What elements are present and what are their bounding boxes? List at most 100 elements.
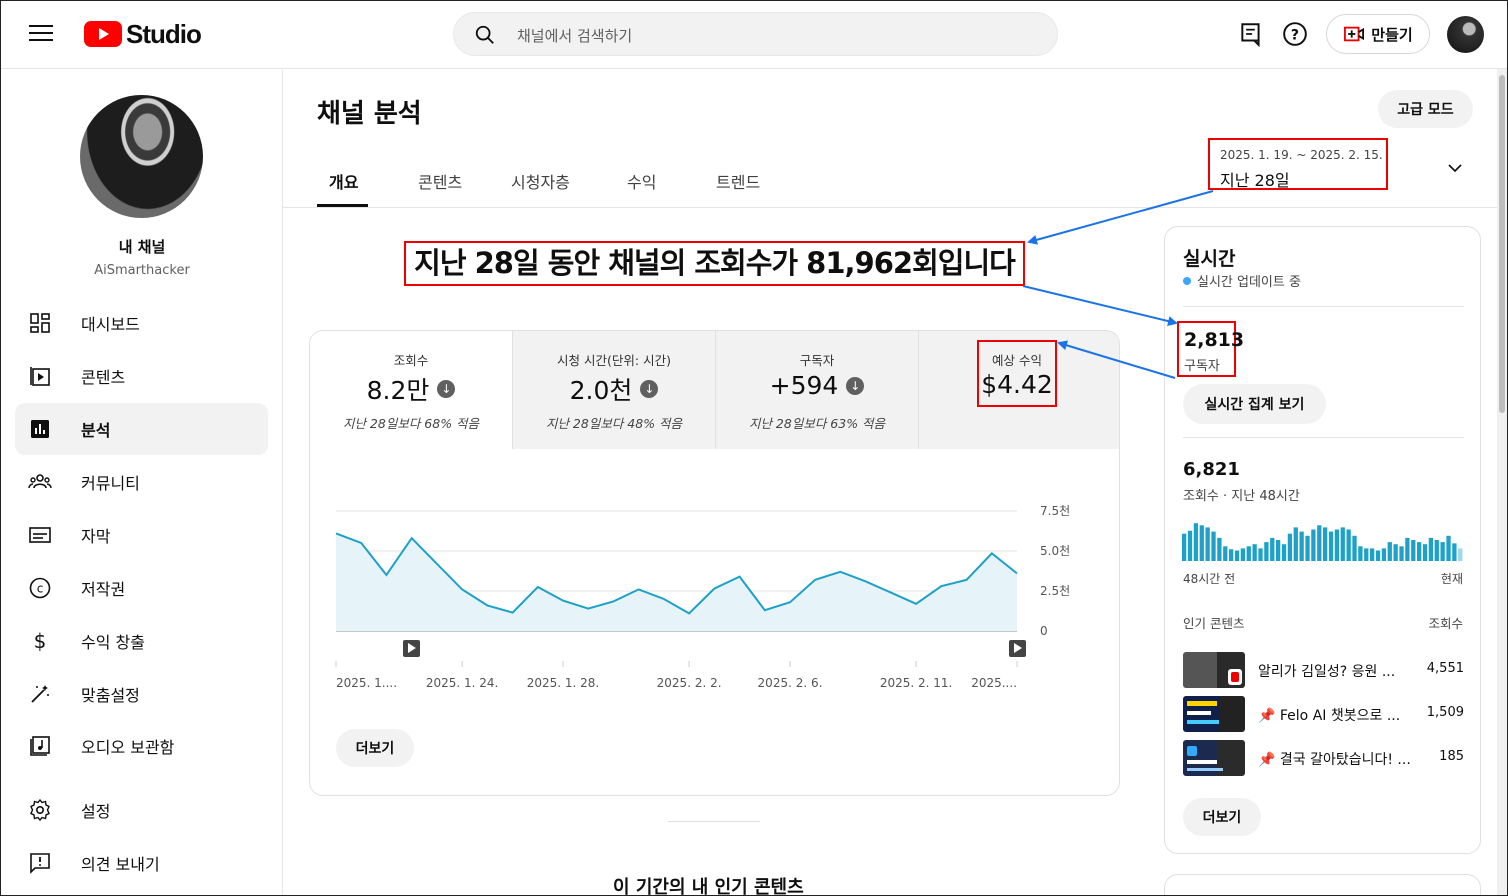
subtitles-icon xyxy=(29,527,51,543)
list-item[interactable]: 알리가 김일성? 응원 ... 4,551 xyxy=(1183,652,1464,688)
metric-subscribers[interactable]: 구독자 +594 ↓ 지난 28일보다 63% 적음 xyxy=(716,331,919,449)
tab-overview[interactable]: 개요 xyxy=(329,169,358,193)
hourly-bar xyxy=(1246,546,1251,561)
tab-audience[interactable]: 시청자층 xyxy=(511,169,570,193)
sidebar-item-label: 설정 xyxy=(81,802,111,821)
subscriber-count: 2,813 xyxy=(1184,329,1245,351)
x-tick-label: 2025. 2. 11. xyxy=(880,676,953,690)
list-item[interactable]: 📌 Felo AI 챗봇으로 ... 1,509 xyxy=(1183,696,1464,732)
metric-revenue-highlight[interactable]: 예상 수익 $4.42 xyxy=(977,340,1057,407)
hourly-bar xyxy=(1393,544,1398,561)
hourly-bar xyxy=(1375,550,1381,561)
hourly-bar xyxy=(1399,546,1404,561)
sidebar-item-monetization[interactable]: $ 수익 창출 xyxy=(15,615,268,667)
studio-window: Studio 채널에서 검색하기 ? 만들기 내 채널 AiSmarthacke… xyxy=(0,0,1508,896)
live-dot-icon xyxy=(1183,276,1191,285)
hourly-views-bars xyxy=(1182,523,1463,561)
metric-value: $4.42 xyxy=(981,370,1053,399)
sidebar-item-customization[interactable]: 맞춤설정 xyxy=(15,668,268,720)
hourly-bar xyxy=(1270,537,1275,561)
metric-title: 시청 시간(단위: 시간) xyxy=(557,353,671,368)
svg-text:c: c xyxy=(37,582,44,596)
create-button[interactable]: 만들기 xyxy=(1326,14,1430,54)
search-input[interactable]: 채널에서 검색하기 xyxy=(453,12,1058,56)
sidebar-item-copyright[interactable]: c 저작권 xyxy=(15,562,268,614)
arrow-down-icon: ↓ xyxy=(640,380,659,398)
hourly-bar xyxy=(1252,544,1257,561)
help-icon[interactable]: ? xyxy=(1282,21,1308,47)
sidebar-item-label: 대시보드 xyxy=(81,315,140,334)
tab-revenue[interactable]: 수익 xyxy=(627,169,656,193)
realtime-subscribers: 2,813 구독자 xyxy=(1177,321,1244,377)
realtime-report-button[interactable]: 실시간 집계 보기 xyxy=(1183,384,1326,424)
sidebar-item-settings[interactable]: 설정 xyxy=(15,784,268,836)
sidebar-item-analytics[interactable]: 분석 xyxy=(15,403,268,455)
dollar-icon: $ xyxy=(34,629,47,653)
sidebar-item-subtitles[interactable]: 자막 xyxy=(15,509,268,561)
hourly-bar xyxy=(1258,548,1263,561)
hourly-bar xyxy=(1458,548,1463,561)
realtime-more-button[interactable]: 더보기 xyxy=(1183,798,1261,836)
channel-avatar[interactable] xyxy=(80,95,203,218)
x-tick-label: 2025. 2. 2. xyxy=(657,676,722,690)
popular-views-header: 조회수 xyxy=(1428,616,1463,631)
divider xyxy=(1183,306,1464,307)
menu-icon[interactable] xyxy=(29,25,53,43)
y-tick-label: 0 xyxy=(1040,624,1048,638)
channel-handle: AiSmarthacker xyxy=(94,263,190,278)
hourly-bar xyxy=(1193,523,1199,561)
search-icon xyxy=(475,25,494,44)
studio-logo[interactable]: Studio xyxy=(84,18,202,50)
hourly-bar xyxy=(1328,531,1334,561)
arrow-headline-to-subscribers xyxy=(1022,285,1178,326)
arrow-down-icon: ↓ xyxy=(846,376,865,395)
search-placeholder: 채널에서 검색하기 xyxy=(517,27,633,45)
account-avatar[interactable] xyxy=(1447,16,1484,53)
sidebar-item-dashboard[interactable]: 대시보드 xyxy=(15,297,268,349)
realtime-title: 실시간 xyxy=(1183,248,1236,270)
list-item[interactable]: 📌 결국 갈아탔습니다! ... 185 xyxy=(1183,740,1464,776)
video-title: 📌 Felo AI 챗봇으로 ... xyxy=(1258,708,1401,724)
tab-content[interactable]: 콘텐츠 xyxy=(418,169,462,193)
hourly-bar xyxy=(1217,537,1222,561)
sidebar-item-content[interactable]: 콘텐츠 xyxy=(15,350,268,402)
scrollbar-thumb[interactable] xyxy=(1499,75,1505,413)
sidebar-item-community[interactable]: 커뮤니티 xyxy=(15,456,268,508)
x-tick-label: 2025.... xyxy=(971,676,1017,690)
logo-text: Studio xyxy=(126,18,202,49)
metric-watch-time[interactable]: 시청 시간(단위: 시간) 2.0천 ↓ 지난 28일보다 48% 적음 xyxy=(513,331,716,449)
hourly-bar xyxy=(1411,540,1416,561)
top-bar: Studio 채널에서 검색하기 ? 만들기 xyxy=(1,1,1507,69)
create-label: 만들기 xyxy=(1371,25,1413,44)
scrollbar[interactable] xyxy=(1497,69,1507,895)
feedback-icon xyxy=(30,853,50,874)
realtime-views-label: 조회수 · 지난 48시간 xyxy=(1183,489,1300,504)
video-views: 185 xyxy=(1439,749,1464,764)
hourly-bar xyxy=(1223,546,1228,561)
advanced-mode-button[interactable]: 고급 모드 xyxy=(1378,90,1473,128)
hourly-bar xyxy=(1199,525,1204,561)
chevron-down-icon[interactable] xyxy=(1445,158,1465,178)
more-button[interactable]: 더보기 xyxy=(336,729,414,767)
youtube-play-icon xyxy=(84,21,122,47)
comment-icon[interactable] xyxy=(1238,21,1264,47)
hourly-bar xyxy=(1440,542,1445,561)
date-range-picker[interactable]: 2025. 1. 19. ~ 2025. 2. 15. 지난 28일 xyxy=(1208,138,1388,190)
date-range-label: 지난 28일 xyxy=(1220,171,1290,190)
tab-trends[interactable]: 트렌드 xyxy=(716,169,760,193)
video-views: 4,551 xyxy=(1426,661,1464,676)
metric-views[interactable]: 조회수 8.2만 ↓ 지난 28일보다 68% 적음 xyxy=(310,331,513,449)
x-tick-label: 2025. 1. 28. xyxy=(527,676,600,690)
hourly-bar xyxy=(1323,527,1328,561)
sidebar-item-audio-library[interactable]: 오디오 보관함 xyxy=(15,720,268,772)
dashboard-icon xyxy=(30,313,50,333)
sidebar-item-feedback[interactable]: 의견 보내기 xyxy=(15,837,268,889)
hourly-bar xyxy=(1434,540,1439,561)
live-label: 실시간 업데이트 중 xyxy=(1197,275,1301,290)
popular-header: 인기 콘텐츠 xyxy=(1183,616,1245,631)
sidebar-item-label: 수익 창출 xyxy=(81,633,145,652)
hourly-bar xyxy=(1452,543,1457,561)
metric-title: 예상 수익 xyxy=(992,353,1042,368)
video-thumbnail xyxy=(1183,740,1245,776)
hourly-bar xyxy=(1417,542,1422,561)
